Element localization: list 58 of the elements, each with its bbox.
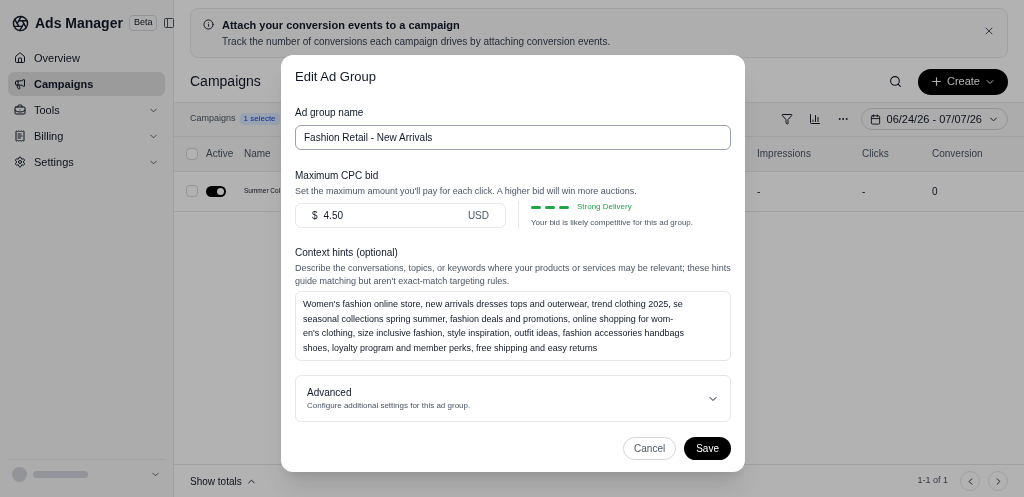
column-header: Active [206,147,235,161]
section-title: Advanced [307,386,353,400]
sidebar-item[interactable]: Tools [8,98,165,122]
sidebar-item[interactable]: Campaigns [8,72,165,96]
avatar [12,467,27,482]
selection-badge: 1 selecte [239,113,280,125]
save-button[interactable]: Save [684,437,731,460]
help-text: Describe the conversations, topics, or keywords where your products or services may be relevant; these hints guide matching but aren't exact-match targeting rules. [295,262,731,288]
search-icon[interactable] [888,75,902,88]
pagination-text: 1-1 of 1 [917,474,948,488]
column-header: Name [244,147,272,161]
home-icon [14,52,26,64]
table-cell-text: - [862,184,867,199]
account-name-placeholder [33,471,88,478]
delivery-strength-icon [531,205,569,209]
row-checkbox[interactable] [186,185,198,197]
settings-icon [14,156,26,168]
help-text: Set the maximum amount you'll pay for each click. A higher bid will win more auctions. [295,184,638,198]
select-all-checkbox[interactable] [186,147,198,160]
logo-icon [12,14,29,32]
plus-icon [929,75,943,88]
sidebar-item[interactable]: Settings [8,150,165,174]
show-totals-button[interactable]: Show totals [190,473,257,489]
field-label: Context hints (optional) [295,246,399,260]
toolbar-label: Campaigns [190,112,236,126]
megaphone-icon [14,78,26,90]
beta-badge: Beta [128,15,158,31]
bid-field[interactable]: $ 4.50 USD [295,202,506,228]
banner-text: Track the number of conversions each campaign drives by attaching conversion events. [222,34,611,49]
sidebar-item[interactable]: Overview [8,46,165,70]
page-title: Campaigns [190,72,261,91]
column-header: Clicks [862,147,890,161]
advanced-section[interactable]: Advanced Configure additional settings for this ad group. [295,375,731,422]
context-hints-field[interactable]: Women's fashion online store, new arrivals dresses tops and outerwear, trend clothing 2025, se seasonal collections spring summer, fashion deals and promotions, online shopping for wom- en's clothing, size inclusive fashion, style inspiration, outfit ideas, fashion accessories handbags shoes, loyalty program and member perks, free shipping and easy returns [295,291,731,361]
dialog-title: Edit Ad Group [295,68,377,86]
chart-icon[interactable] [808,113,821,125]
column-header: Conversion [932,147,984,161]
column-header: Impressions [757,147,812,161]
section-description: Configure additional settings for this ad group. [307,400,471,412]
table-cell-text: 0 [932,184,939,199]
calendar-icon [869,113,881,125]
receipt-icon [14,130,26,142]
delivery-note: Your bid is likely competitive for this ad group. [531,217,693,229]
create-button[interactable]: Create [917,68,1008,95]
delivery-status: Strong Delivery [577,201,632,213]
filter-icon[interactable] [780,113,793,125]
active-toggle[interactable] [206,185,226,197]
field-label: Maximum CPC bid [295,168,380,183]
sidebar-item[interactable]: Billing [8,124,165,148]
sidebar-toggle-icon[interactable] [163,17,176,29]
banner-title: Attach your conversion events to a campaign [222,18,461,33]
field-label: Ad group name [295,105,365,120]
briefcase-icon [14,104,26,116]
table-cell-text: - [757,184,762,199]
info-icon [203,19,214,30]
brand-name: Ads Manager [35,13,123,33]
close-icon[interactable] [983,25,995,37]
ad-group-name-field[interactable]: Fashion Retail - New Arrivals [295,124,731,150]
